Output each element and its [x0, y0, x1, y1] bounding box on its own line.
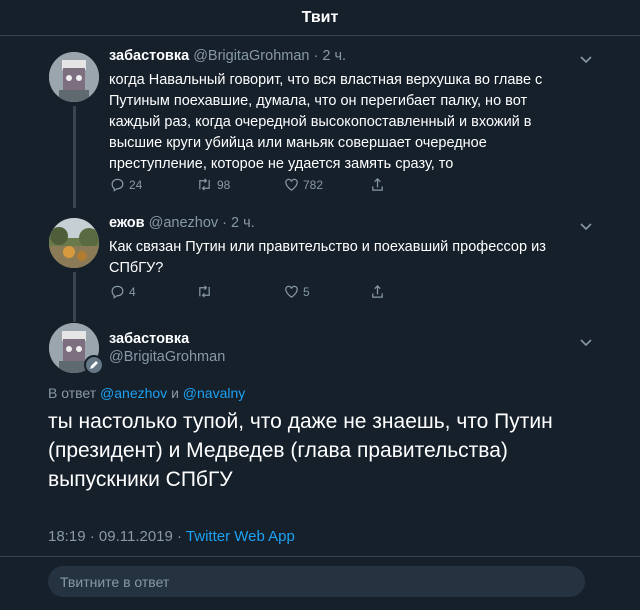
thread-line [73, 272, 76, 322]
tweet-header: ежов @anezhov · 2 ч. [109, 215, 255, 231]
avatar[interactable] [49, 218, 99, 268]
thread-line [73, 106, 76, 208]
chevron-down-icon[interactable] [578, 51, 594, 67]
tweet-date[interactable]: 09.11.2019 [99, 528, 173, 545]
text-line: Как связан Путин или правительство и пое… [109, 239, 546, 255]
avatar[interactable] [49, 52, 99, 102]
retweet-action[interactable]: 98 [196, 177, 230, 192]
tweet-text: Как связан Путин или правительство и пое… [109, 237, 609, 279]
text-line: СПбГУ? [109, 260, 164, 276]
tweet-meta: 18:19 · 09.11.2019 · Twitter Web App [48, 528, 295, 545]
text-line: Путиным поехавшие, думала, что он переги… [109, 93, 528, 109]
share-action[interactable] [370, 284, 389, 299]
retweet-action[interactable] [196, 284, 217, 299]
mention-link[interactable]: @anezhov [100, 385, 167, 401]
replying-to: В ответ @anezhov и @navalny [48, 385, 245, 401]
like-count: 5 [303, 284, 310, 299]
retweet-count: 98 [217, 177, 231, 192]
reply-count: 4 [129, 284, 136, 299]
edit-badge-icon [84, 355, 104, 375]
text-line: каждый раз, когда очередной высокопостав… [109, 114, 532, 130]
share-icon [372, 285, 383, 298]
retweet-icon [199, 285, 210, 298]
text-line: высшие круги убийца или маньяк совершает… [109, 135, 487, 151]
reply-count: 24 [129, 177, 143, 192]
retweet-icon [199, 178, 210, 191]
dot-separator: · [218, 215, 232, 231]
reply-icon [111, 178, 124, 192]
share-action[interactable] [370, 177, 389, 192]
share-icon [372, 178, 383, 191]
heart-icon [285, 178, 298, 191]
page-title: Твит [301, 8, 339, 26]
tweet-time[interactable]: 2 ч. [322, 48, 346, 64]
user-handle[interactable]: @anezhov [149, 215, 219, 231]
heart-icon [285, 285, 298, 298]
reply-and: и [171, 385, 179, 401]
display-name[interactable]: забастовка [109, 48, 189, 64]
text-line: преступление, которое не удается замять … [109, 156, 454, 172]
dot-separator: · [85, 528, 99, 545]
reply-input[interactable]: Твитните в ответ [48, 566, 585, 597]
reply-action[interactable]: 24 [110, 177, 142, 192]
reply-action[interactable]: 4 [110, 284, 136, 299]
chevron-down-icon[interactable] [578, 334, 594, 350]
main-tweet-text: ты настолько тупой, что даже не знаешь, … [48, 407, 608, 494]
main-tweet-name: забастовка [109, 331, 189, 347]
divider [0, 556, 640, 557]
reply-prefix: В ответ [48, 385, 97, 401]
chevron-down-icon[interactable] [578, 218, 594, 234]
mention-link[interactable]: @navalny [183, 385, 245, 401]
text-line: когда Навальный говорит, что вся властна… [109, 72, 543, 88]
reply-placeholder: Твитните в ответ [60, 574, 170, 590]
tweet-text: когда Навальный говорит, что вся властна… [109, 70, 609, 175]
dot-separator: · [172, 528, 186, 545]
tweet-time[interactable]: 2 ч. [231, 215, 255, 231]
like-count: 782 [303, 177, 324, 192]
like-action[interactable]: 782 [284, 177, 323, 192]
dot-separator: · [309, 48, 323, 64]
text-line: ты настолько тупой, что даже не знаешь, … [48, 410, 553, 433]
user-handle[interactable]: @BrigitaGrohman [193, 48, 309, 64]
display-name[interactable]: ежов [109, 215, 145, 231]
display-name[interactable]: забастовка [109, 331, 189, 347]
like-action[interactable]: 5 [284, 284, 310, 299]
reply-icon [111, 285, 124, 299]
tweet-header: забастовка @BrigitaGrohman · 2 ч. [109, 48, 346, 64]
tweet-actions: 24 98 782 [110, 177, 410, 195]
text-line: (президент) и Медведев (глава правительс… [48, 439, 508, 462]
source-app-link[interactable]: Twitter Web App [186, 528, 295, 545]
user-handle[interactable]: @BrigitaGrohman [109, 349, 225, 365]
tweet-timestamp[interactable]: 18:19 [48, 528, 86, 545]
main-tweet-handle: @BrigitaGrohman [109, 349, 225, 365]
tweet-actions: 4 5 [110, 284, 410, 302]
top-bar: Твит [0, 0, 640, 36]
text-line: выпускники СПбГУ [48, 468, 233, 491]
